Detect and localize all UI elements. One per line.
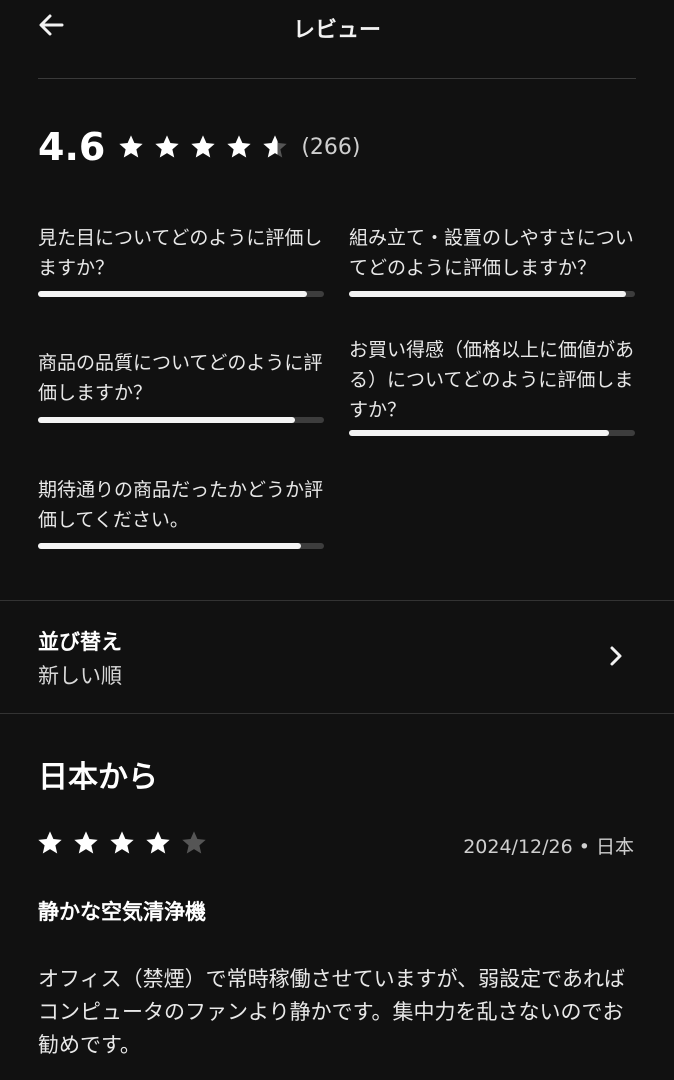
score-bar-quality: [38, 417, 324, 423]
sort-label: 並び替え: [38, 630, 122, 654]
question-value: お買い得感（価格以上に価値がある）についてどのように評価しますか？: [349, 339, 635, 421]
score-bar-fill: [38, 417, 296, 423]
review-title: 静かな空気清浄機: [38, 900, 206, 924]
question-quality: 商品の品質についてどのように評価しますか？: [38, 352, 323, 404]
question-expectations: 期待通りの商品だったかどうか評価してください。: [38, 479, 324, 531]
star-filled-icon: [191, 135, 215, 158]
review-count: (266): [301, 134, 361, 160]
divider: [0, 600, 674, 601]
score-bar-fill: [38, 291, 307, 297]
rating-summary: 4.6 (266): [38, 122, 361, 172]
divider: [38, 78, 636, 79]
star-half-icon: [263, 135, 287, 158]
star-filled-icon: [38, 831, 62, 854]
question-appearance: 見た目についてどのように評価しますか？: [38, 227, 323, 279]
review-body: オフィス（禁煙）で常時稼働させていますが、弱設定であればコンピュータのファンより…: [38, 967, 625, 1057]
star-empty-icon: [182, 831, 206, 854]
star-filled-icon: [227, 135, 251, 158]
header: レビュー: [0, 0, 674, 60]
score-bar-fill: [38, 543, 302, 549]
score-bar-assembly: [349, 291, 635, 297]
star-filled-icon: [146, 831, 170, 854]
score-bar-fill: [349, 291, 627, 297]
sort-button[interactable]: 並び替え 新しい順: [0, 602, 674, 712]
star-filled-icon: [155, 135, 179, 158]
score-bar-expectations: [38, 543, 324, 549]
divider: [0, 713, 674, 714]
section-title: 日本から: [38, 760, 158, 795]
average-rating: 4.6: [38, 125, 106, 169]
summary-stars: [117, 133, 297, 161]
star-filled-icon: [74, 831, 98, 854]
score-bar-value: [349, 430, 635, 436]
chevron-right-icon: [610, 646, 622, 666]
review-stars: [36, 829, 216, 857]
sort-value: 新しい順: [38, 664, 122, 688]
star-filled-icon: [119, 135, 143, 158]
score-bar-fill: [349, 430, 610, 436]
question-assembly: 組み立て・設置のしやすさについてどのように評価しますか？: [349, 227, 634, 279]
page-title: レビュー: [292, 18, 381, 43]
star-filled-icon: [110, 831, 134, 854]
review-date: 2024/12/26 • 日本: [463, 836, 634, 858]
score-bar-appearance: [38, 291, 324, 297]
